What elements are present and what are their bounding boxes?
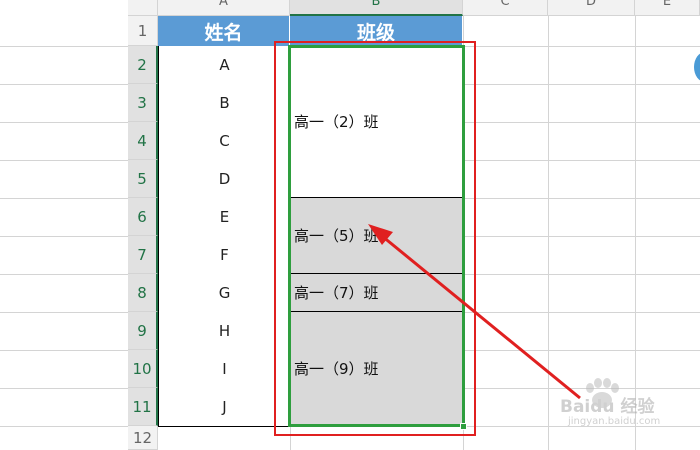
watermark-url: jingyan.baidu.com — [568, 416, 661, 427]
watermark-brand: Baidu 经验 — [560, 397, 655, 417]
baidu-jingyan-watermark: Baidu 经验 jingyan.baidu.com — [560, 378, 692, 438]
